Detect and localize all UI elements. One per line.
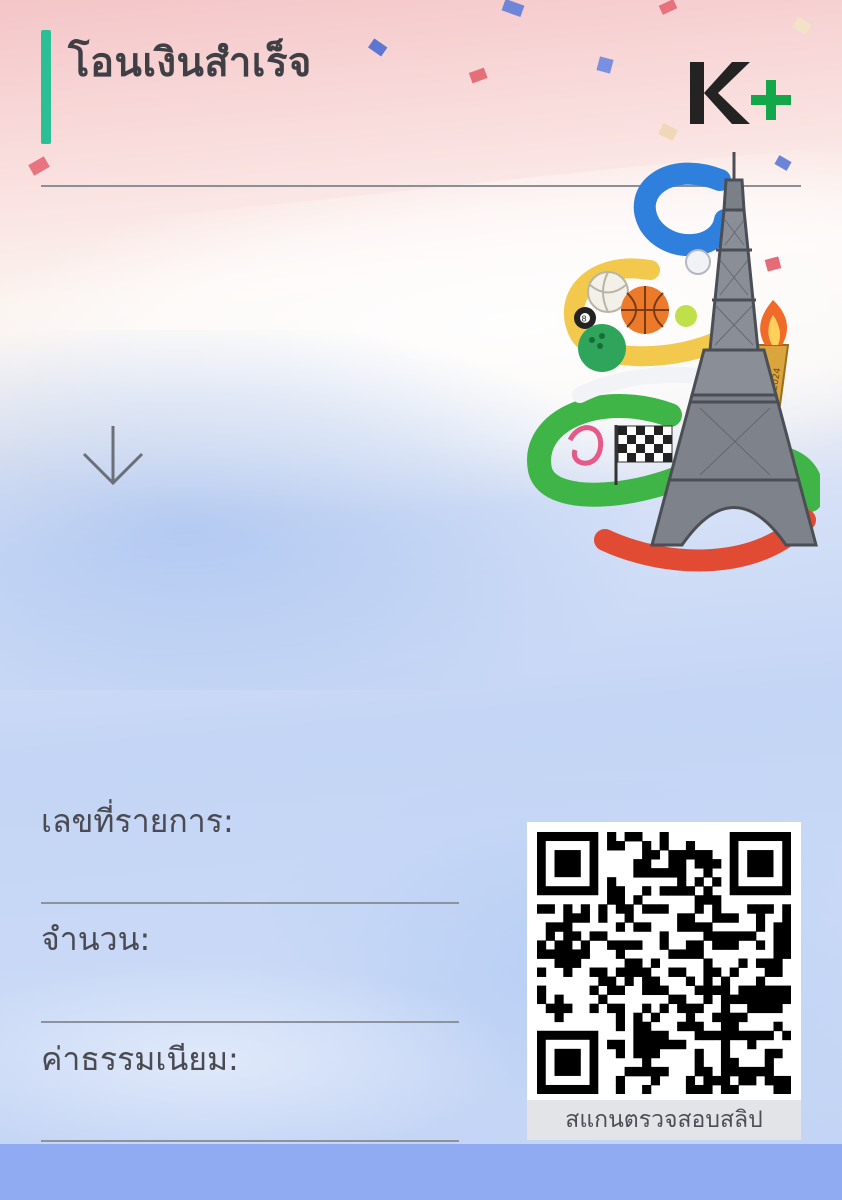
qr-caption: สแกนตรวจสอบสลิป [527,1100,801,1140]
tennis-ball-icon [675,305,697,327]
reference-divider [41,902,459,904]
amount-label: จำนวน: [41,920,151,958]
olympic-illustration: 8 2024 [527,152,820,572]
arrow-down-icon [82,426,144,486]
ribbon-blue [633,162,736,257]
qr-verification-card[interactable]: สแกนตรวจสอบสลิป [527,822,801,1140]
transfer-slip: โอนเงินสำเร็จ 8 2024 เลขที่รายการ: จำนวน… [0,0,842,1200]
title-accent-bar [41,30,51,144]
fee-label: ค่าธรรมเนียม: [41,1040,239,1078]
amount-divider [41,1021,459,1023]
qr-code-icon[interactable] [537,832,791,1094]
page-title: โอนเงินสำเร็จ [68,40,312,86]
footer-bar [0,1144,842,1200]
reference-number-label: เลขที่รายการ: [41,802,234,840]
svg-text:8: 8 [582,315,587,324]
gymnastics-ribbon-icon [567,425,604,466]
fee-divider [41,1140,459,1142]
kplus-logo [690,62,791,124]
